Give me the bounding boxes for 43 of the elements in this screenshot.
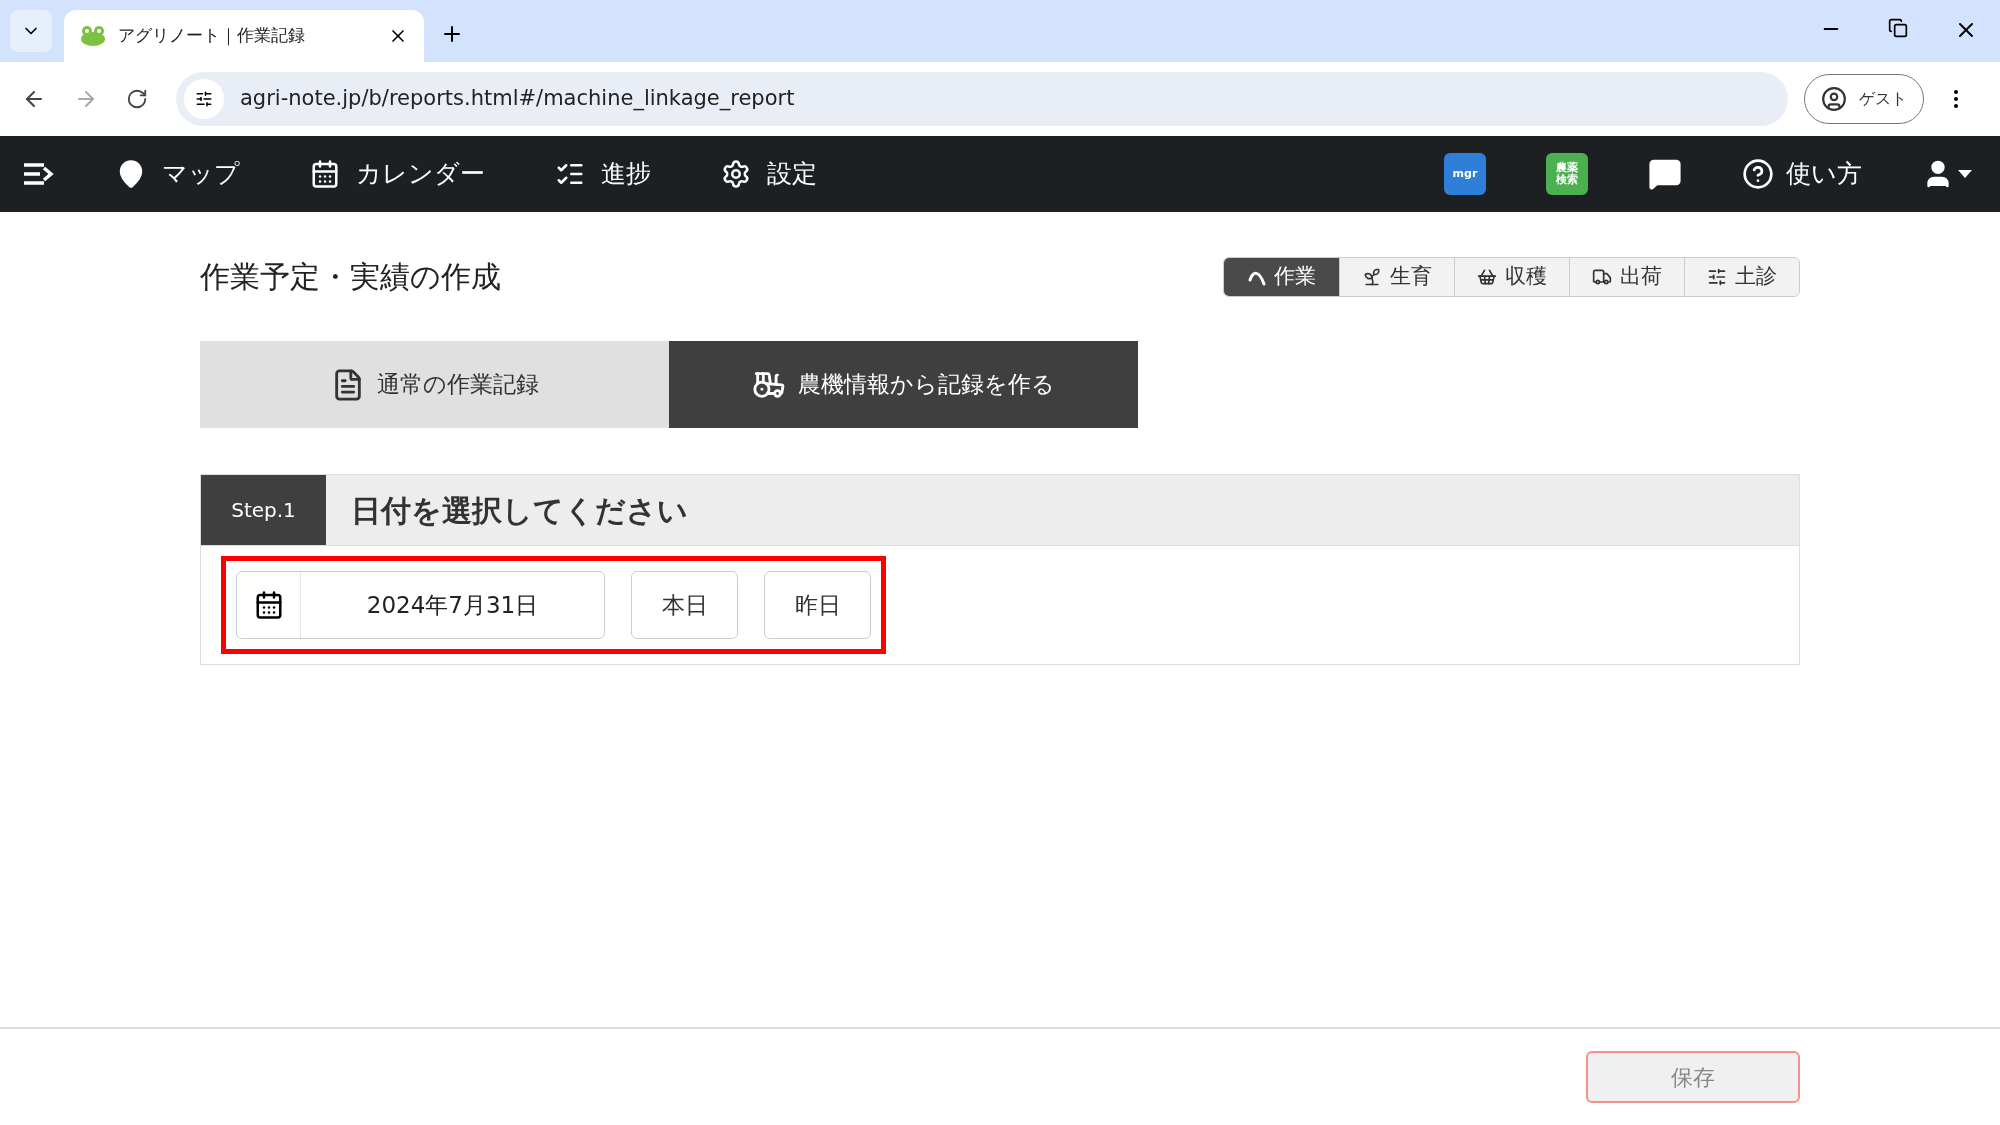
nav-link[interactable]: 設定 — [721, 155, 817, 193]
page-title: 作業予定・実績の作成 — [200, 258, 501, 296]
calendar-icon — [253, 590, 284, 620]
caret-icon — [1958, 170, 1972, 178]
category-segment[interactable]: 土診 — [1684, 257, 1799, 296]
date-field[interactable]: 2024年7月31日 — [236, 571, 605, 639]
menu-icon[interactable] — [22, 162, 56, 186]
settings-icon — [721, 159, 751, 189]
date-value: 2024年7月31日 — [365, 590, 540, 620]
chat-icon[interactable] — [1648, 157, 1682, 191]
nav-link[interactable]: マップ — [116, 155, 240, 193]
tune-icon — [195, 90, 213, 108]
nav-link[interactable]: カレンダー — [310, 155, 485, 193]
basket-icon — [1477, 266, 1497, 287]
date-shortcut-button[interactable]: 本日 — [631, 571, 738, 639]
help-link[interactable]: 使い方 — [1742, 155, 1862, 193]
nav-link[interactable]: 進捗 — [555, 155, 651, 193]
app-icon-label: 農薬検索 — [1555, 161, 1579, 187]
app-icon-label: mgr — [1451, 167, 1479, 181]
url-text: agri-note.jp/b/reports.html#/machine_linkage_report — [240, 85, 795, 113]
profile-button[interactable]: ゲスト — [1804, 74, 1924, 124]
reload-icon[interactable] — [126, 88, 148, 110]
restore-icon[interactable] — [1888, 18, 1908, 38]
browser-tab[interactable]: アグリノート｜作業記録 — [64, 10, 424, 62]
calendar-icon — [310, 159, 340, 189]
help-icon — [1742, 158, 1774, 190]
mode-tab[interactable]: 通常の作業記録 — [200, 341, 669, 428]
account-icon — [1821, 86, 1847, 112]
site-info-button[interactable] — [184, 79, 224, 119]
app-shortcut-icon[interactable]: mgr — [1444, 153, 1486, 195]
sprout-icon — [1362, 266, 1382, 287]
step-heading: 日付を選択してください — [351, 491, 688, 530]
category-segment[interactable]: 生育 — [1339, 257, 1454, 296]
category-segment[interactable]: 出荷 — [1569, 257, 1684, 296]
sliders-icon — [1707, 266, 1727, 287]
mode-tab[interactable]: 農機情報から記録を作る — [669, 341, 1138, 428]
step-badge: Step.1 — [201, 475, 326, 545]
date-shortcut-button[interactable]: 昨日 — [764, 571, 871, 639]
category-segment[interactable]: 収穫 — [1454, 257, 1569, 296]
tab-title: アグリノート｜作業記録 — [118, 24, 306, 48]
frog-logo-icon — [80, 25, 106, 47]
category-segment[interactable]: 作業 — [1224, 257, 1339, 296]
address-bar[interactable]: agri-note.jp/b/reports.html#/machine_linkage_report — [176, 72, 1788, 126]
